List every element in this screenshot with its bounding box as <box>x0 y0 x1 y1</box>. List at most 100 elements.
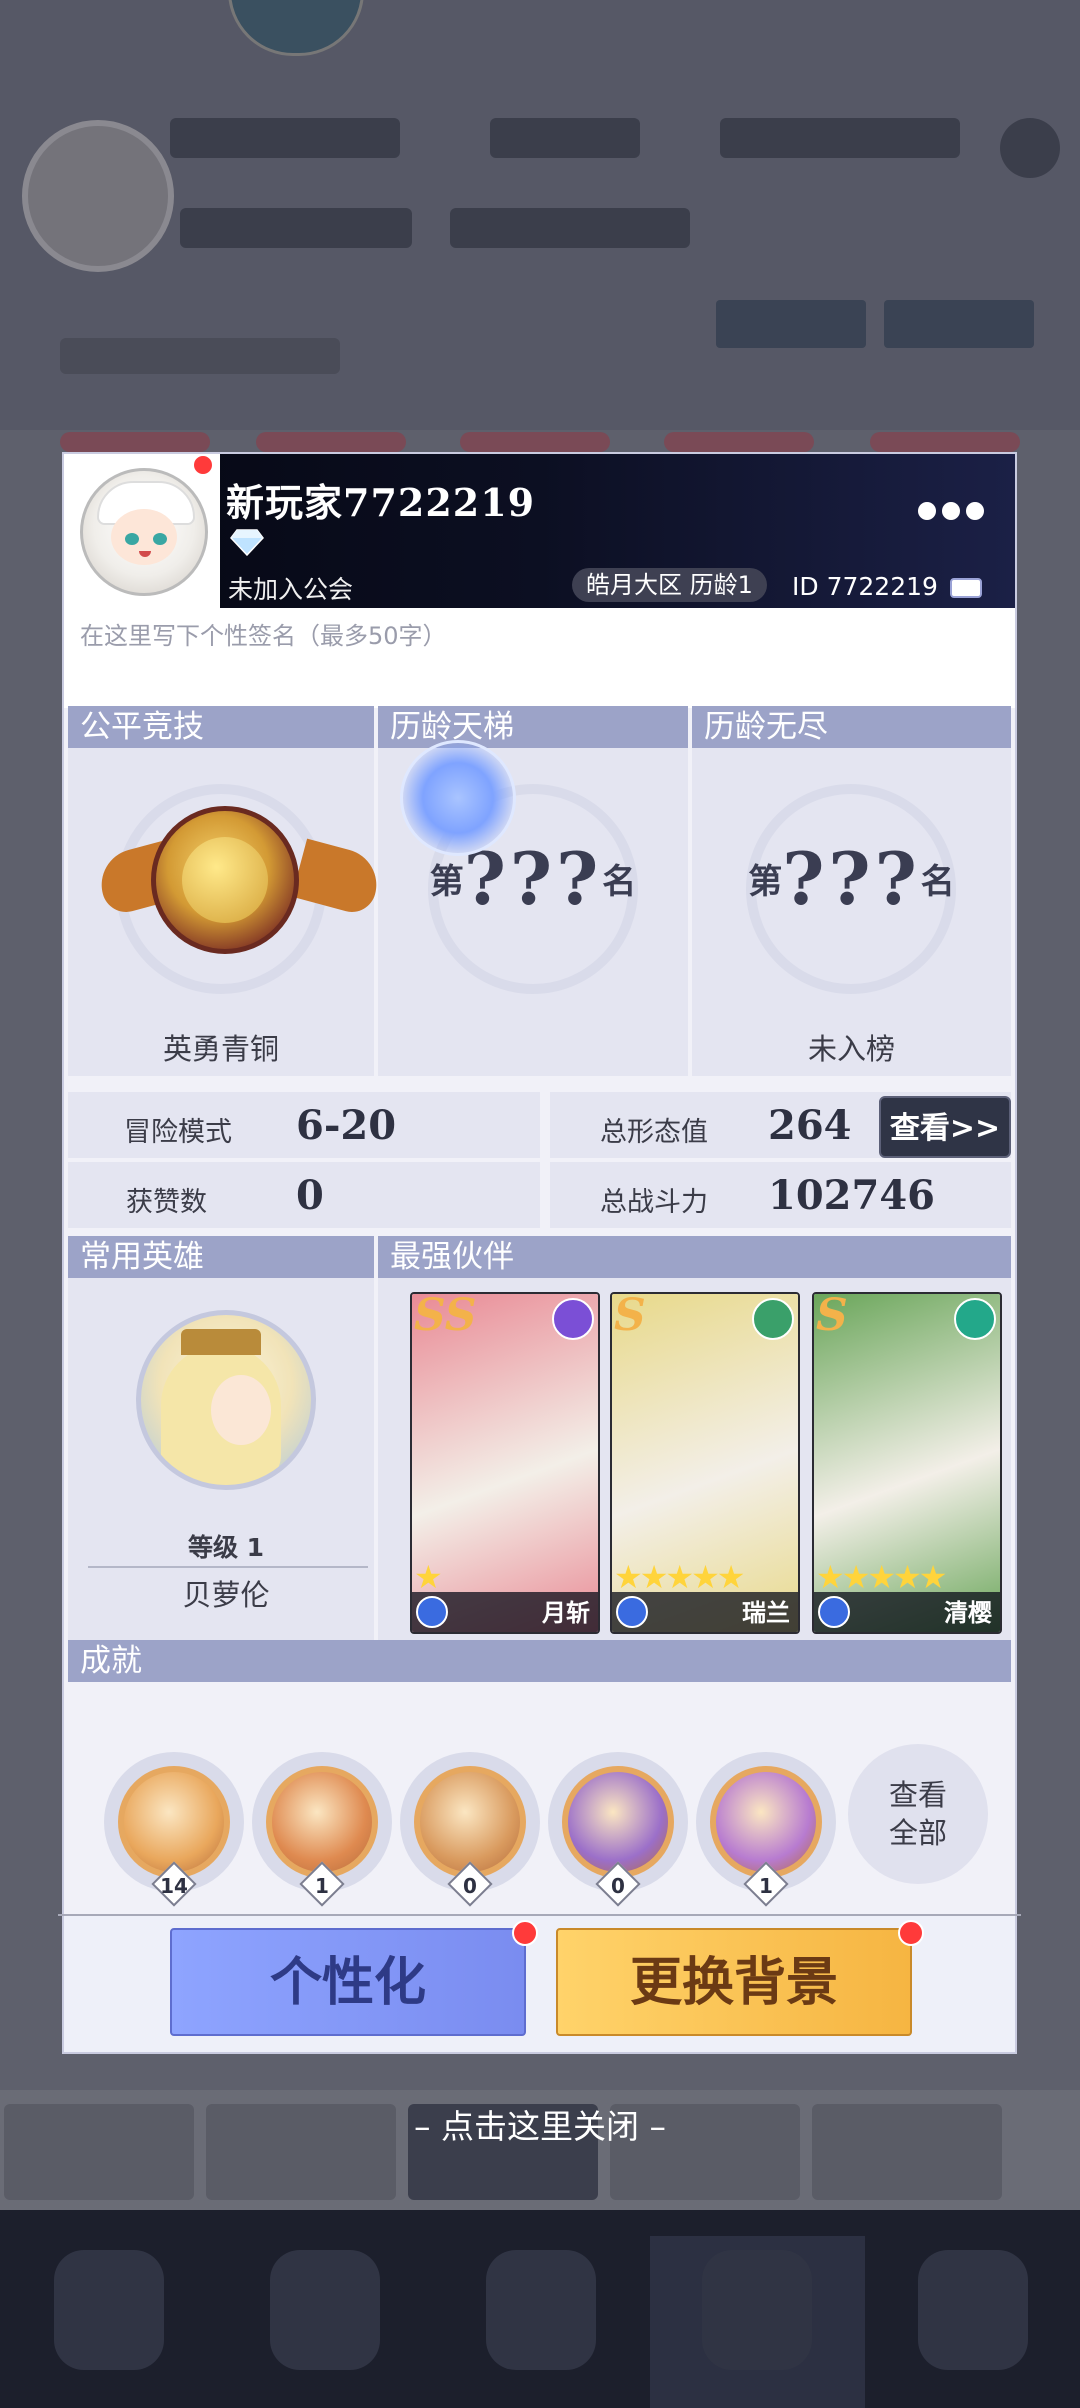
background-nav-icon-1 <box>54 2250 164 2370</box>
achievement-count: 1 <box>315 1874 329 1898</box>
achievement-badge[interactable]: 14 <box>104 1752 244 1907</box>
star-rating: ★★★★★ <box>614 1558 745 1596</box>
more-options-button[interactable] <box>918 496 988 526</box>
power-label: 总战斗力 <box>600 1187 708 1218</box>
background-nav-icon-5 <box>918 2250 1028 2370</box>
diamond-rank-icon <box>230 529 264 556</box>
copy-id-icon[interactable] <box>950 578 982 598</box>
star-rating: ★★★★★ <box>816 1558 947 1596</box>
dot-icon <box>966 502 984 520</box>
signature-placeholder[interactable]: 在这里写下个性签名（最多50字） <box>80 616 447 651</box>
change-background-button[interactable]: 更换背景 <box>556 1928 912 2036</box>
element-icon <box>752 1298 794 1340</box>
background-nav-icon-2 <box>270 2250 380 2370</box>
avatar-frame[interactable] <box>64 454 220 608</box>
achievement-count: 14 <box>160 1874 188 1898</box>
avatar-eye <box>153 533 167 545</box>
achievement-count: 0 <box>611 1874 625 1898</box>
sparkle-effect <box>400 740 516 856</box>
profile-header: 新玩家7722219 未加入公会 皓月大区 历龄1 ID 7722219 <box>64 454 1015 608</box>
player-avatar[interactable] <box>80 468 208 596</box>
power-value: 102746 <box>768 1172 935 1219</box>
dot-icon <box>942 502 960 520</box>
hero-level: 等级 1 <box>187 1533 265 1562</box>
partner-card[interactable]: S ★★★★★ 瑞兰 <box>610 1292 800 1634</box>
strongest-partners-header: 最强伙伴 <box>378 1236 1011 1278</box>
personalize-notification-dot <box>512 1920 538 1946</box>
adventure-mode-value: 6-20 <box>296 1102 397 1149</box>
background-red-pill-5 <box>870 432 1020 452</box>
likes-value: 0 <box>296 1172 324 1219</box>
ladder-rank-value: 第???名 <box>378 836 688 921</box>
rank-prefix: 第 <box>748 862 783 902</box>
achievement-badge[interactable]: 0 <box>400 1752 540 1907</box>
personalize-button[interactable]: 个性化 <box>170 1928 526 2036</box>
partner-card[interactable]: S ★★★★★ 清樱 <box>812 1292 1002 1634</box>
background-red-pill-2 <box>256 432 406 452</box>
server-age-badge: 皓月大区 历龄1 <box>572 568 767 602</box>
rank-suffix: 名 <box>602 862 637 902</box>
background-nav-icon-4 <box>702 2250 812 2370</box>
achievement-badge[interactable]: 0 <box>548 1752 688 1907</box>
element-icon <box>552 1298 594 1340</box>
avatar-notification-dot <box>192 454 214 476</box>
partner-badge-icon <box>416 1596 448 1628</box>
dot-icon <box>918 502 936 520</box>
achievement-badge[interactable]: 1 <box>696 1752 836 1907</box>
player-name: 新玩家7722219 <box>226 480 536 525</box>
hero-divider <box>88 1566 368 1568</box>
partner-card[interactable]: SS ★ 月斩 <box>410 1292 600 1634</box>
rarity-label: S <box>614 1292 646 1341</box>
partner-badge-icon <box>818 1596 850 1628</box>
background-name-bar <box>170 118 400 158</box>
achievements-header: 成就 <box>68 1640 1011 1682</box>
fair-competition-panel[interactable]: 英勇青铜 <box>68 748 385 1076</box>
background-button-1 <box>716 300 866 348</box>
guild-status[interactable]: 未加入公会 <box>228 570 353 606</box>
achievement-count: 1 <box>759 1874 773 1898</box>
rank-prefix: 第 <box>429 862 464 902</box>
background-energy-pill <box>450 208 690 248</box>
footer-divider <box>58 1914 1021 1916</box>
rarity-label: S <box>816 1292 848 1341</box>
star-rating: ★ <box>414 1558 443 1596</box>
hero-name: 贝萝伦 <box>182 1578 270 1612</box>
bronze-medal-icon <box>151 806 299 954</box>
background-notification-dot <box>898 1920 924 1946</box>
view-form-button[interactable]: 查看>> <box>879 1096 1011 1158</box>
achievement-badge[interactable]: 1 <box>252 1752 392 1907</box>
endless-rank-label: 未入榜 <box>807 1032 895 1066</box>
background-red-pill-3 <box>460 432 610 452</box>
partner-name: 瑞兰 <box>742 1599 790 1627</box>
player-profile-modal: 新玩家7722219 未加入公会 皓月大区 历龄1 ID 7722219 在这里… <box>58 452 1021 2054</box>
background-rank-pill <box>180 208 412 248</box>
view-all-achievements-button[interactable]: 查看 全部 <box>848 1744 988 1884</box>
view-all-line-2: 全部 <box>888 1816 947 1850</box>
endless-header: 历龄无尽 <box>692 706 1011 748</box>
background-gold-bar <box>720 118 960 158</box>
partner-badge-icon <box>616 1596 648 1628</box>
hero-crown <box>181 1329 261 1355</box>
likes-label: 获赞数 <box>126 1187 207 1218</box>
partner-name: 清樱 <box>944 1599 992 1627</box>
hero-portrait[interactable] <box>136 1310 316 1490</box>
background-currency-bar <box>490 118 640 158</box>
ladder-header: 历龄天梯 <box>378 706 688 748</box>
background-settings-icon <box>1000 118 1060 178</box>
background-avatar <box>22 120 174 272</box>
endless-panel[interactable]: 第???名 未入榜 <box>692 748 1011 1076</box>
endless-rank-value: 第???名 <box>692 836 1011 921</box>
adventure-mode-label: 冒险模式 <box>124 1117 232 1148</box>
achievement-count: 0 <box>463 1874 477 1898</box>
medal-core <box>182 837 268 923</box>
element-icon <box>954 1298 996 1340</box>
view-all-line-1: 查看 <box>888 1778 947 1812</box>
rarity-label: SS <box>414 1292 477 1341</box>
background-label <box>60 338 340 374</box>
background-red-pill-4 <box>664 432 814 452</box>
fair-rank-label: 英勇青铜 <box>162 1032 279 1066</box>
favorite-hero-header: 常用英雄 <box>68 1236 374 1278</box>
partner-name: 月斩 <box>542 1599 590 1627</box>
close-hint[interactable]: – 点击这里关闭 – <box>0 2100 1080 2148</box>
player-id: ID 7722219 <box>792 572 938 601</box>
